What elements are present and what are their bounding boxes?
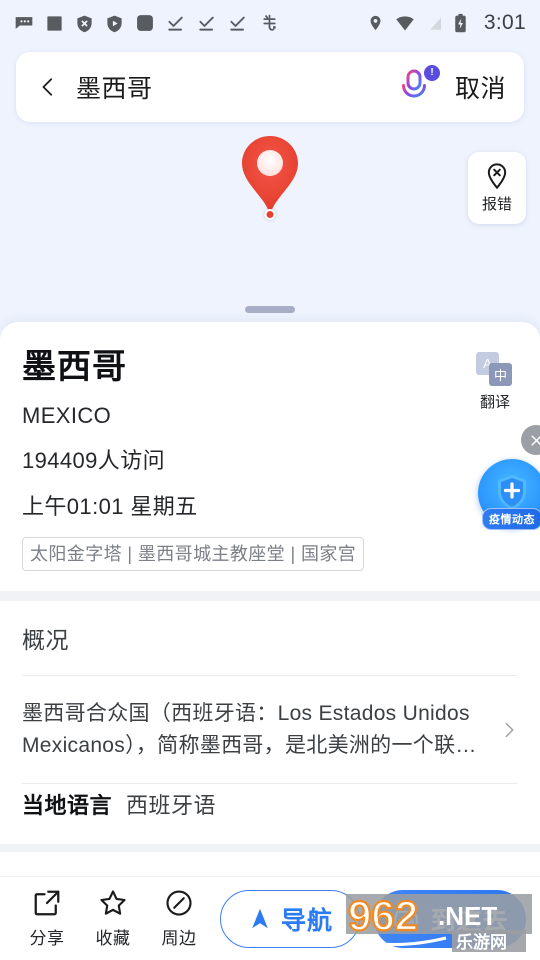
overview-row[interactable]: 墨西哥合众国（西班牙语：Los Estados Unidos Mexicanos… [22,676,518,783]
epidemic-label: 疫情动态 [482,508,540,530]
go-here-label: 到这去 [430,906,509,935]
favorite-action[interactable]: 收藏 [80,888,146,949]
poi-subtitle: MEXICO [22,403,112,429]
compass-icon [166,890,192,916]
check-underline-icon [168,16,183,31]
bottom-action-bar: 分享 收藏 周边 导航 到这去 [0,876,540,960]
bug-icon [263,14,276,31]
favorite-label: 收藏 [95,929,131,948]
local-language-label: 当地语言 [22,793,113,819]
message-dots-icon [15,17,33,29]
chevron-left-icon [42,78,53,96]
go-here-button[interactable]: 到这去 [374,889,526,948]
rounded-square-icon [137,15,153,31]
place-detail-sheet: 墨西哥 MEXICO 194409人访问 上午01:01 星期五 太阳金字塔 |… [0,322,540,960]
shield-x-icon [77,15,92,32]
overview-chevron[interactable] [492,716,518,744]
overview-description: 墨西哥合众国（西班牙语：Los Estados Unidos Mexicanos… [22,702,477,757]
voice-badge: ! [423,65,440,81]
voice-search-button[interactable]: ! [397,65,440,107]
poi-local-time: 上午01:01 星期五 [22,494,198,520]
epidemic-button[interactable]: 疫情动态 [478,459,540,530]
sheet-drag-handle[interactable] [245,306,295,313]
page-title: 墨西哥 [22,348,127,386]
location-icon [370,15,381,31]
check-underline-icon [199,16,214,31]
chevron-right-icon [505,722,514,737]
search-bar[interactable]: 墨西哥 ! 取消 [16,52,524,122]
back-button[interactable] [32,73,64,101]
translate-label: 翻译 [479,394,510,411]
poi-landmark-tags[interactable]: 太阳金字塔 | 墨西哥城主教座堂 | 国家宫 [22,537,365,572]
nearby-label: 周边 [161,929,197,948]
battery-charging-icon [455,13,466,32]
status-bar: 3:01 [0,0,540,46]
navigation-arrow-icon [252,908,268,928]
translate-button[interactable]: A 中 翻译 [466,352,524,412]
translate-icon: A 中 [476,352,514,386]
poi-header: 墨西哥 MEXICO 194409人访问 上午01:01 星期五 太阳金字塔 |… [0,322,540,591]
section-divider-bottom [0,844,540,853]
epidemic-float-widget[interactable]: 疫情动态 [478,425,540,530]
status-bar-right-icons: 3:01 [367,11,526,35]
status-bar-clock: 3:01 [483,11,526,34]
share-icon [34,890,60,916]
status-bar-left-icons [14,13,367,34]
translate-target-lang: 中 [489,363,512,386]
poi-visit-count: 194409人访问 [22,448,166,474]
share-label: 分享 [29,929,65,948]
signal-off-icon [427,14,443,32]
local-language-row: 当地语言 西班牙语 [22,784,518,844]
report-error-button[interactable]: 报错 [468,152,526,224]
navigate-label: 导航 [280,906,333,935]
overview-title: 概况 [22,627,69,654]
wifi-icon [396,16,414,31]
overview-section: 概况 墨西哥合众国（西班牙语：Los Estados Unidos Mexica… [0,601,540,844]
car-icon [394,910,419,926]
report-error-label: 报错 [481,196,512,213]
pin-error-icon [487,163,507,190]
search-input[interactable]: 墨西哥 [76,69,397,105]
nearby-action[interactable]: 周边 [146,888,212,949]
navigate-button[interactable]: 导航 [220,889,360,948]
star-icon [100,890,126,915]
square-icon [47,15,62,31]
cancel-button[interactable]: 取消 [455,69,506,105]
shield-play-icon [107,15,122,32]
shield-plus-icon [498,475,526,510]
map-pin-anchor-dot [264,209,276,220]
local-language-value: 西班牙语 [126,793,217,819]
search-bar-container: 墨西哥 ! 取消 [0,46,540,122]
section-divider [0,591,540,602]
close-icon [530,434,540,446]
check-underline-icon [230,16,245,31]
map-pin-marker[interactable] [238,134,302,216]
share-action[interactable]: 分享 [14,888,80,949]
